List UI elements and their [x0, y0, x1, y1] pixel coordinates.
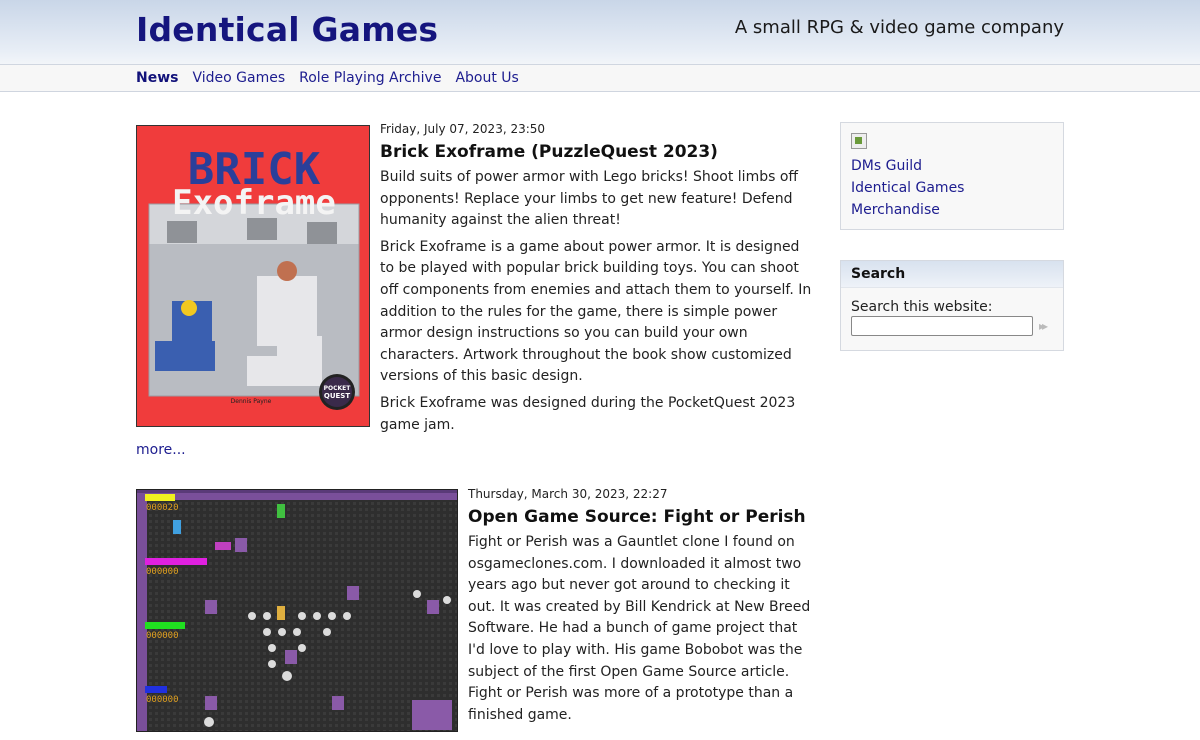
game-screenshot: 000020 000000 000000 000000 — [137, 490, 457, 731]
score-player1: 000020 — [146, 503, 179, 513]
post-title[interactable]: Open Game Source: Fight or Perish — [468, 507, 813, 527]
nav-item-video-games[interactable]: Video Games — [192, 70, 285, 86]
search-input[interactable] — [851, 316, 1033, 336]
link-dms-guild[interactable]: DMs Guild — [851, 155, 1053, 177]
site-tagline: A small RPG & video game company — [734, 17, 1064, 38]
post-paragraph: Brick Exoframe is a game about power arm… — [380, 238, 812, 385]
score-player2: 000000 — [146, 567, 179, 577]
cover-art: BRICK Exoframe Dennis Payne POCKET QUEST — [137, 126, 369, 426]
post-paragraph: Brick Exoframe was designed during the P… — [380, 394, 796, 433]
link-identical-games[interactable]: Identical Games — [851, 177, 1053, 199]
cover-badge-line1: POCKET — [324, 385, 352, 392]
score-player3: 000000 — [146, 631, 179, 641]
nav-item-about-us[interactable]: About Us — [455, 70, 518, 86]
score-player4: 000000 — [146, 695, 179, 705]
nav-item-role-playing-archive[interactable]: Role Playing Archive — [299, 70, 441, 86]
sidebar: DMs Guild Identical Games Merchandise Se… — [840, 122, 1064, 351]
post-paragraph: Fight or Perish was a Gauntlet clone I f… — [468, 534, 811, 723]
cover-badge-line2: QUEST — [324, 392, 350, 400]
search-label: Search this website: — [851, 299, 993, 315]
search-heading: Search — [841, 261, 1063, 288]
cover-author: Dennis Payne — [231, 398, 272, 405]
nav-bar: News Video Games Role Playing Archive Ab… — [0, 64, 1200, 92]
post-body: Thursday, March 30, 2023, 22:27 Open Gam… — [468, 487, 813, 726]
main-nav: News Video Games Role Playing Archive Ab… — [136, 70, 519, 86]
post-title[interactable]: Brick Exoframe (PuzzleQuest 2023) — [380, 142, 812, 162]
links-box: DMs Guild Identical Games Merchandise — [840, 122, 1064, 230]
link-merchandise[interactable]: Merchandise — [851, 199, 1053, 221]
broken-image-icon — [851, 133, 867, 149]
brick-exoframe-cover-image[interactable]: BRICK Exoframe Dennis Payne POCKET QUEST — [136, 125, 370, 427]
post-paragraph: Build suits of power armor with Lego bri… — [380, 169, 799, 229]
post-date: Thursday, March 30, 2023, 22:27 — [468, 487, 668, 501]
nav-item-news[interactable]: News — [136, 70, 178, 86]
read-more-link[interactable]: more... — [136, 442, 186, 458]
cover-title-line2: Exoframe — [172, 183, 336, 223]
search-box: Search Search this website: ▸▸ — [840, 260, 1064, 351]
site-header: Identical Games A small RPG & video game… — [0, 0, 1200, 64]
fight-or-perish-screenshot[interactable]: 000020 000000 000000 000000 — [136, 489, 458, 732]
search-submit-icon[interactable]: ▸▸ — [1039, 319, 1048, 333]
post-date: Friday, July 07, 2023, 23:50 — [380, 122, 546, 136]
search-row: ▸▸ — [851, 316, 1063, 336]
post-body: Friday, July 07, 2023, 23:50 Brick Exofr… — [380, 122, 812, 436]
site-title[interactable]: Identical Games — [136, 10, 438, 49]
